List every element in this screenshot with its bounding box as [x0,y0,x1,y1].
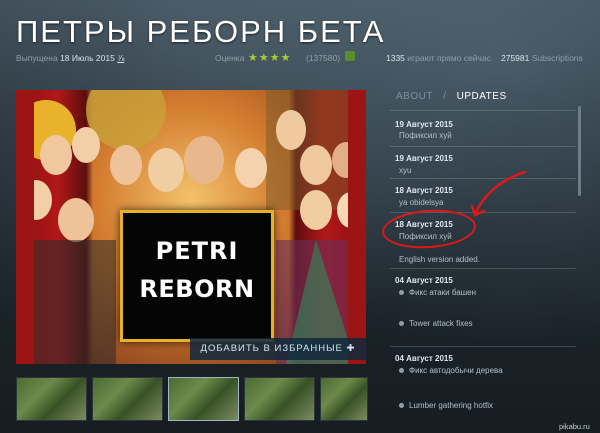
bullet-icon [399,368,404,374]
game-artwork[interactable]: PETRI REBORN ДОБАВИТЬ В ИЗБРАННЫЕ ✚ [16,90,366,364]
add-to-favorites-button[interactable]: ДОБАВИТЬ В ИЗБРАННЫЕ ✚ [190,338,366,360]
bullet-icon [399,403,404,409]
screenshot-thumbnail[interactable] [244,377,315,421]
update-extra-line: English version added. [399,255,480,264]
tab-separator: / [443,91,447,102]
tab-updates[interactable]: UPDATES [457,91,507,102]
rating-stars: ★★★★ [248,52,292,64]
update-item: 04 Август 2015 Фикс автодобычи дерева Lu… [390,346,576,427]
rating-label: Оценка [215,53,245,63]
playing-now: 1335 играют прямо сейчас [386,53,491,63]
bullet-icon [399,321,404,327]
rating-count: (137580) [306,53,341,63]
screenshot-thumbnails [16,377,368,421]
info-tabs: ABOUT / UPDATES [396,91,507,102]
game-title: ПЕТРЫ РЕБОРН БЕТА [16,14,386,49]
screenshot-thumbnail[interactable] [168,377,239,421]
update-item: 04 Август 2015 Фикс атаки башен Tower at… [390,268,576,347]
release-info: Выпущена 18 Июль 2015 ⅞ [16,53,125,63]
bullet-icon [399,290,404,296]
subscriptions: 275981 Subscriptions [501,53,583,63]
screenshot-thumbnail[interactable] [92,377,163,421]
thumbs-up-icon[interactable] [345,51,355,61]
petri-reborn-logo: PETRI REBORN [120,210,274,342]
heart-plus-icon: ✚ [346,343,356,354]
updates-scrollbar[interactable] [578,106,581,196]
tab-about[interactable]: ABOUT [396,91,433,102]
watermark: pikabu.ru [559,422,590,431]
screenshot-thumbnail[interactable] [320,377,368,421]
screenshot-thumbnail[interactable] [16,377,87,421]
calendar-icon[interactable]: ⅞ [117,53,124,63]
update-item: 19 Август 2015 Пофиксил хуй [390,110,576,147]
